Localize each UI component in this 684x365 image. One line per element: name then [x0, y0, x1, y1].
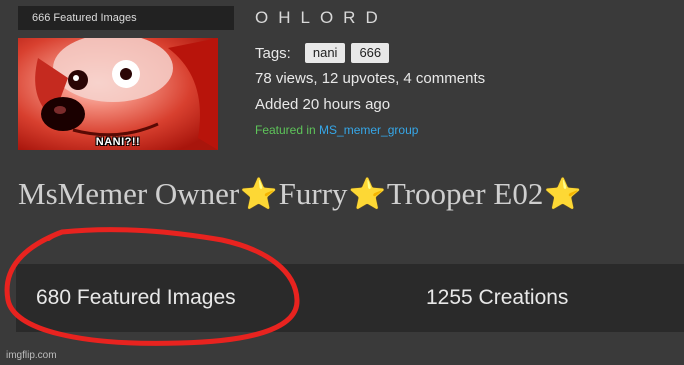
username-part-1: MsMemer Owner — [18, 176, 240, 211]
username-part-2: Furry — [278, 176, 348, 211]
creations-count[interactable]: 1255 Creations — [426, 286, 568, 310]
meme-caption: NANI?!! — [95, 136, 141, 148]
featured-in-line: Featured in MS_memer_group — [255, 123, 418, 137]
watermark: imgflip.com — [6, 350, 57, 361]
star-icon: ⭐ — [348, 177, 386, 211]
star-icon: ⭐ — [240, 177, 278, 211]
post-title[interactable]: OHLORD — [255, 8, 388, 28]
username-part-3: Trooper E02 — [386, 176, 544, 211]
tags-label: Tags: — [255, 44, 291, 62]
featured-prefix: Featured in — [255, 123, 316, 137]
profile-username: MsMemer Owner ⭐ Furry ⭐ Trooper E02 ⭐ — [18, 176, 583, 212]
post-added-time: Added 20 hours ago — [255, 96, 391, 113]
meme-thumbnail[interactable]: NANI?!! — [18, 38, 218, 150]
dog-face-illustration — [35, 38, 218, 150]
featured-stream-link[interactable]: MS_memer_group — [319, 123, 418, 137]
thumbnail-header: 666 Featured Images — [18, 6, 234, 30]
tag-666[interactable]: 666 — [351, 43, 390, 63]
featured-images-count[interactable]: 680 Featured Images — [36, 286, 236, 310]
post-stats: 78 views, 12 upvotes, 4 comments — [255, 70, 486, 87]
tag-nani[interactable]: nani — [304, 43, 346, 63]
star-icon: ⭐ — [544, 177, 582, 211]
tags-row: Tags: nani 666 — [255, 43, 395, 63]
